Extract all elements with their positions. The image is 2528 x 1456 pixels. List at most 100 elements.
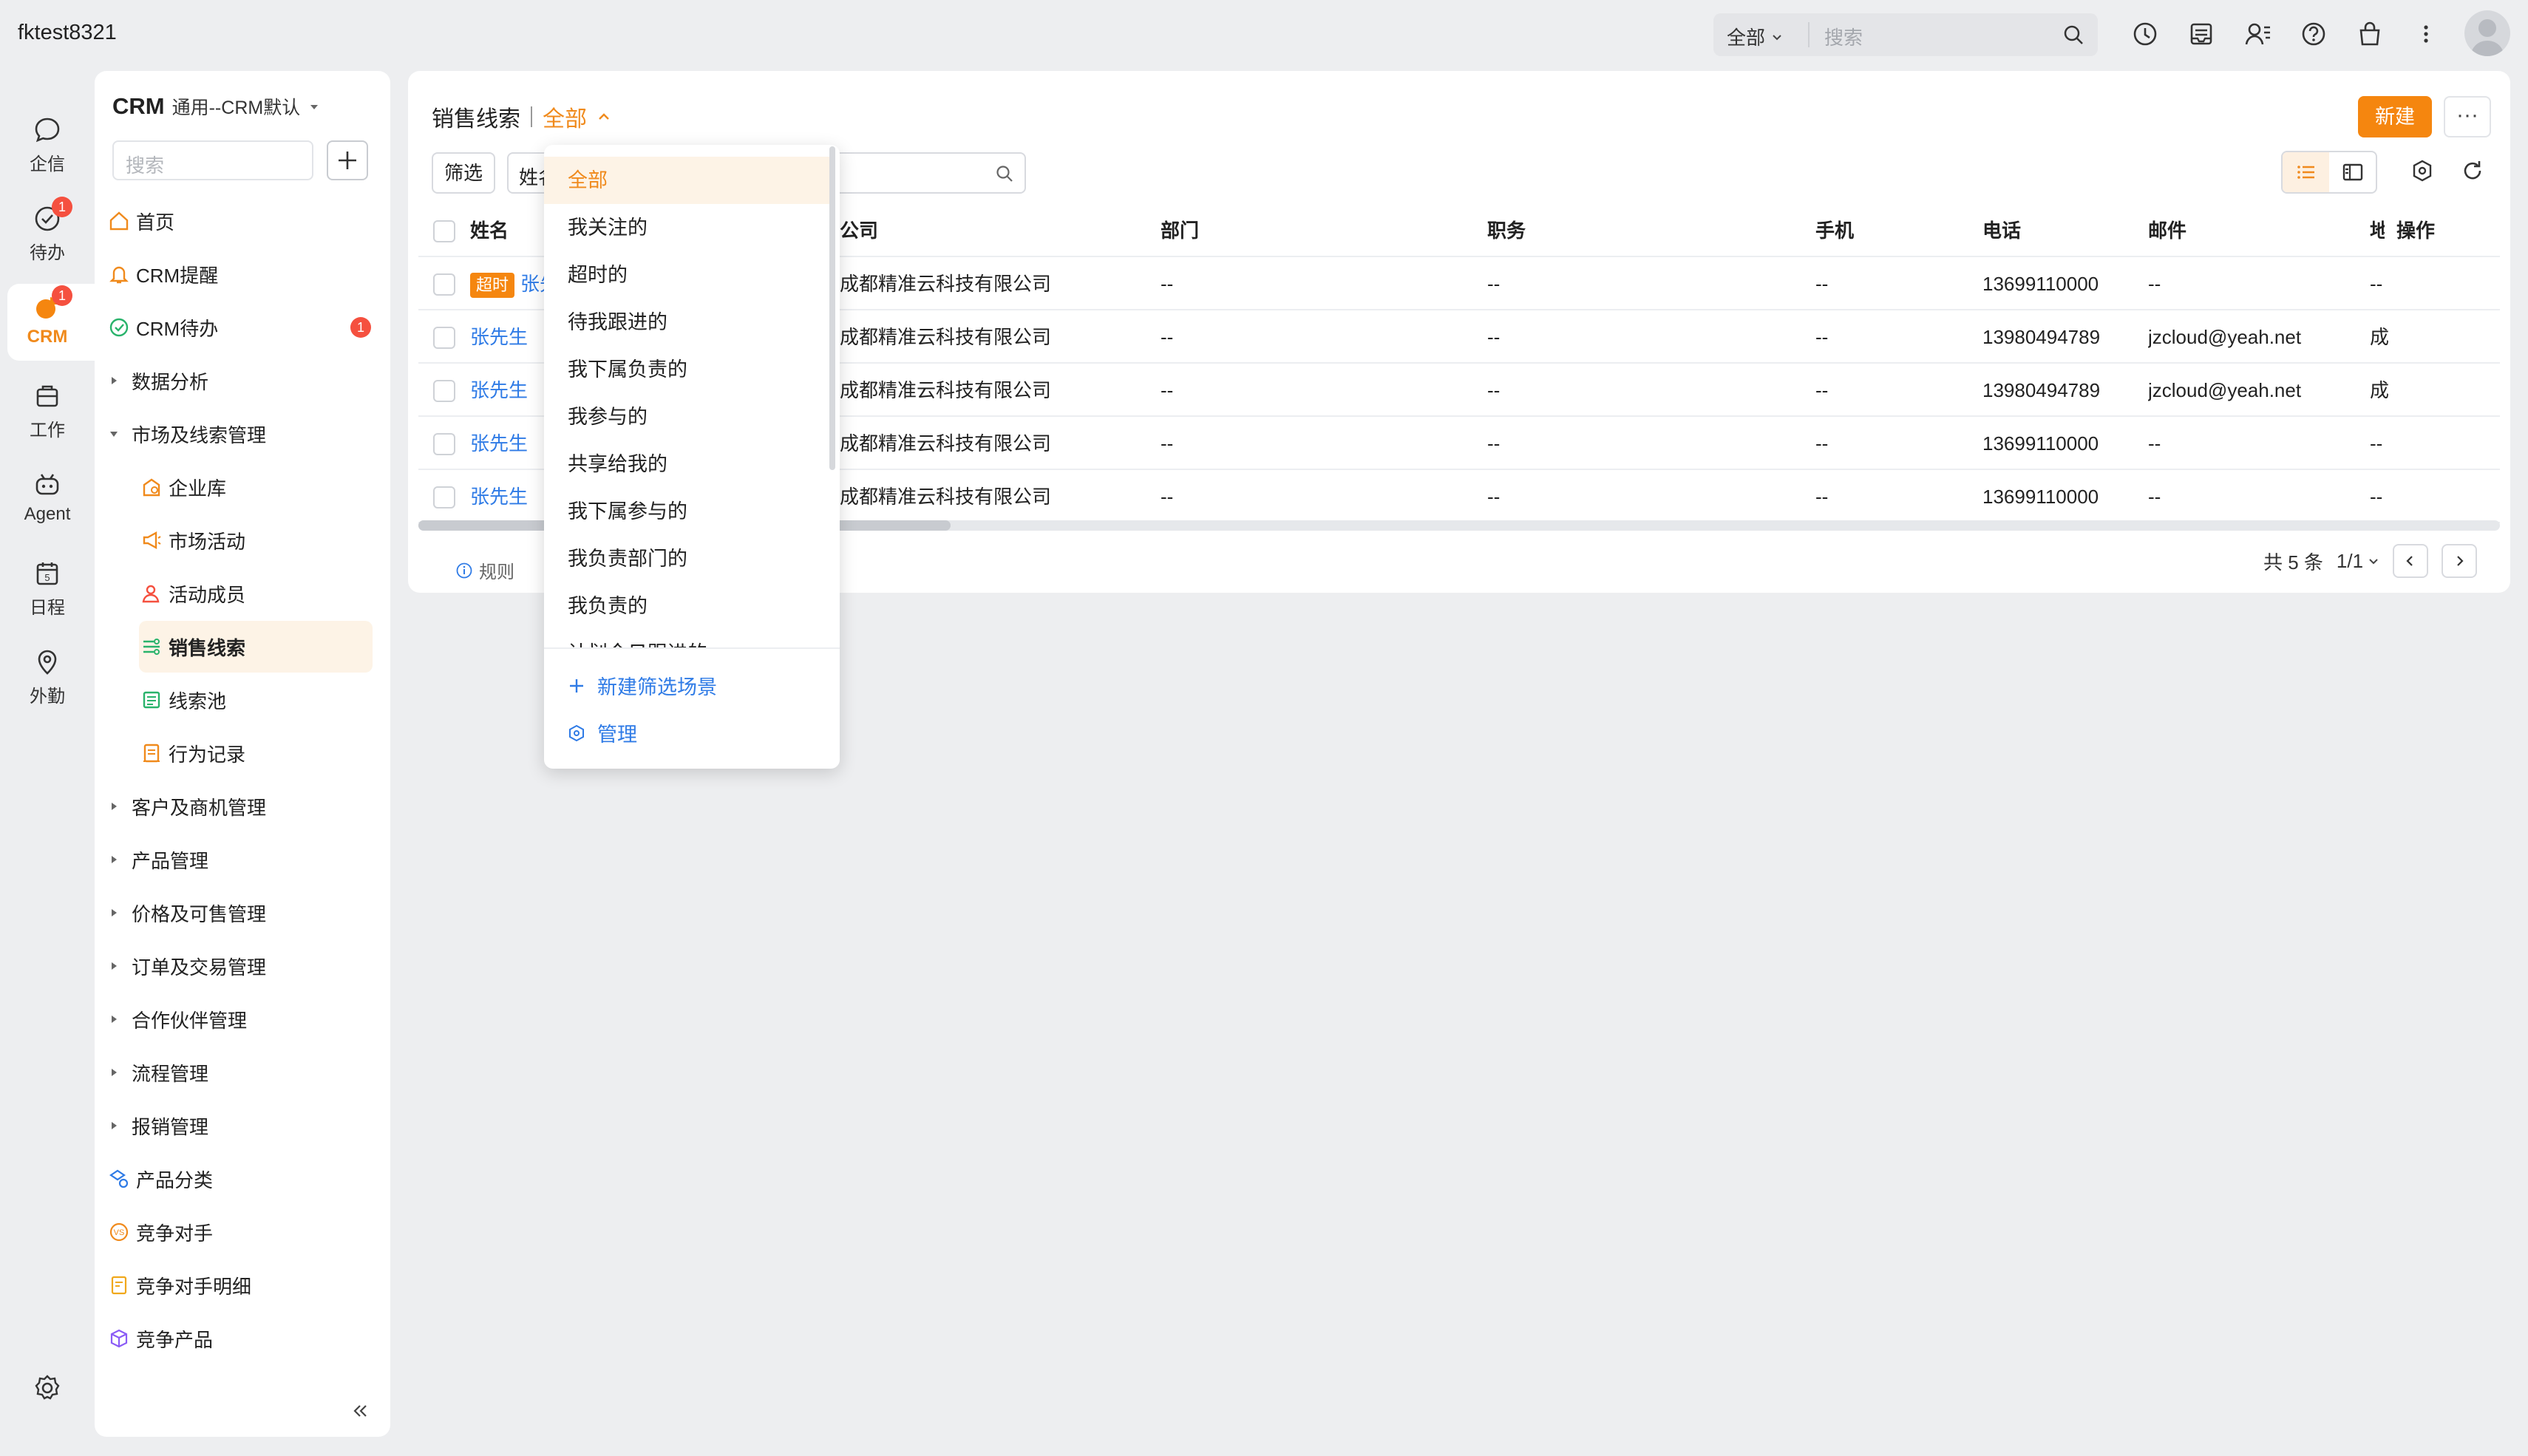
- collapse-double-left-icon[interactable]: [350, 1401, 370, 1421]
- rail-item-field[interactable]: 外勤: [0, 647, 95, 707]
- manage-scenes-button[interactable]: 管理: [568, 718, 637, 747]
- scene-option-subordinate-owned[interactable]: 我下属负责的: [544, 346, 829, 393]
- page-header: 销售线索 全部: [432, 101, 611, 133]
- column-settings-icon[interactable]: [2410, 158, 2435, 183]
- rail-item-calendar[interactable]: 5 日程: [0, 559, 95, 619]
- avatar[interactable]: [2464, 10, 2510, 56]
- settings-gear-icon[interactable]: [33, 1373, 62, 1403]
- scene-option-pending-follow[interactable]: 待我跟进的: [544, 299, 829, 346]
- search-icon[interactable]: [2062, 24, 2084, 46]
- nav-item-crm-reminder[interactable]: CRM提醒: [106, 248, 378, 300]
- nav-add-button[interactable]: [327, 140, 368, 180]
- column-header-department[interactable]: 部门: [1161, 204, 1199, 257]
- rules-link[interactable]: 规则: [455, 557, 514, 583]
- scene-option-partial[interactable]: 计划今日跟进的: [544, 630, 829, 647]
- new-button[interactable]: 新建: [2358, 96, 2432, 137]
- search-scope-select[interactable]: 全部: [1727, 23, 1783, 50]
- rail-item-crm[interactable]: CRM 1: [0, 285, 95, 347]
- lead-name-link[interactable]: 张先生: [470, 310, 528, 364]
- nav-item-competitor-products[interactable]: 竞争产品: [106, 1313, 378, 1364]
- column-header-phone[interactable]: 电话: [1982, 204, 2021, 257]
- scene-option-overdue[interactable]: 超时的: [544, 251, 829, 299]
- nav-item-product-category[interactable]: 产品分类: [106, 1153, 378, 1205]
- page-select[interactable]: 1/1: [2337, 550, 2379, 573]
- row-checkbox[interactable]: [433, 327, 455, 349]
- nav-item-home[interactable]: 首页: [106, 195, 378, 247]
- nav-item-sales-leads[interactable]: 销售线索: [139, 621, 373, 673]
- nav-label: 竞争对手明细: [136, 1275, 252, 1298]
- contacts-icon[interactable]: [2244, 21, 2272, 47]
- row-checkbox[interactable]: [433, 486, 455, 508]
- lead-name-link[interactable]: 张先生: [470, 417, 528, 470]
- list-view-button[interactable]: [2283, 152, 2329, 192]
- scene-option-participated[interactable]: 我参与的: [544, 393, 829, 440]
- search-input[interactable]: 搜索: [1824, 23, 1863, 50]
- scene-option-owned-by-me[interactable]: 我负责的: [544, 582, 829, 630]
- help-icon[interactable]: [2300, 21, 2327, 47]
- nav-item-marketing-activity[interactable]: 市场活动: [139, 514, 378, 566]
- scene-option-subordinate-participated[interactable]: 我下属参与的: [544, 488, 829, 535]
- scene-option-my-department[interactable]: 我负责部门的: [544, 535, 829, 582]
- row-checkbox[interactable]: [433, 380, 455, 402]
- row-checkbox[interactable]: [433, 433, 455, 455]
- username-label: fktest8321: [18, 21, 117, 44]
- total-count: 共 5 条: [2263, 551, 2323, 574]
- prev-page-button[interactable]: [2393, 544, 2429, 578]
- more-actions-button[interactable]: ···: [2444, 96, 2491, 137]
- nav-group-orders[interactable]: 订单及交易管理: [106, 940, 378, 992]
- todo-badge: 1: [52, 197, 72, 217]
- rail-item-work[interactable]: 工作: [0, 381, 95, 441]
- nav-item-crm-todo[interactable]: CRM待办 1: [106, 302, 378, 353]
- nav-group-partners[interactable]: 合作伙伴管理: [106, 993, 378, 1045]
- refresh-icon[interactable]: [2460, 158, 2485, 183]
- column-header-email[interactable]: 邮件: [2148, 204, 2186, 257]
- column-header-company[interactable]: 公司: [840, 204, 878, 257]
- dropdown-scrollbar[interactable]: [829, 146, 835, 470]
- inbox-icon[interactable]: [2188, 21, 2215, 47]
- table-search-input[interactable]: [834, 152, 1026, 194]
- nav-item-lead-pool[interactable]: 线索池: [139, 674, 378, 726]
- global-search[interactable]: 全部 搜索: [1713, 13, 2098, 56]
- scene-option-shared-with-me[interactable]: 共享给我的: [544, 440, 829, 488]
- scene-switcher[interactable]: 全部: [543, 101, 611, 133]
- new-scene-button[interactable]: 新建筛选场景: [568, 671, 717, 700]
- next-page-button[interactable]: [2442, 544, 2478, 578]
- nav-item-activity-members[interactable]: 活动成员: [139, 568, 378, 619]
- nav-item-company-library[interactable]: 企业库: [139, 461, 378, 513]
- search-icon[interactable]: [995, 164, 1014, 183]
- nav-item-competitor-details[interactable]: 竞争对手明细: [106, 1259, 378, 1311]
- rail-item-todo[interactable]: 待办 1: [0, 197, 95, 264]
- filter-button[interactable]: 筛选: [432, 152, 495, 194]
- nav-item-competitors[interactable]: VS 竞争对手: [106, 1206, 378, 1258]
- rail-item-qixin[interactable]: 企信: [0, 115, 95, 175]
- nav-group-products[interactable]: 产品管理: [106, 834, 378, 885]
- more-vertical-icon[interactable]: [2413, 21, 2439, 47]
- cube-icon: [106, 1326, 132, 1351]
- column-header-address[interactable]: 地: [2370, 204, 2385, 257]
- column-header-mobile[interactable]: 手机: [1815, 204, 1854, 257]
- nav-group-process[interactable]: 流程管理: [106, 1047, 378, 1098]
- store-bag-icon[interactable]: [2357, 21, 2383, 47]
- cell-department: --: [1161, 273, 1174, 295]
- split-view-button[interactable]: [2329, 152, 2376, 192]
- scene-option-followed[interactable]: 我关注的: [544, 204, 829, 251]
- lead-name-link[interactable]: 张先生: [470, 470, 528, 523]
- nav-search-input[interactable]: 搜索: [112, 140, 313, 180]
- lead-name-link[interactable]: 张先生: [470, 364, 528, 417]
- scene-option-all[interactable]: 全部: [544, 157, 829, 204]
- nav-group-reimbursement[interactable]: 报销管理: [106, 1100, 378, 1151]
- column-header-name[interactable]: 姓名: [470, 204, 509, 257]
- column-header-position[interactable]: 职务: [1487, 204, 1526, 257]
- nav-group-customers[interactable]: 客户及商机管理: [106, 780, 378, 832]
- settings-hex-icon: [569, 724, 584, 741]
- select-all-checkbox[interactable]: [433, 220, 455, 242]
- nav-group-market-leads[interactable]: 市场及线索管理: [106, 408, 378, 460]
- nav-group-data-analysis[interactable]: 数据分析: [106, 355, 378, 406]
- rail-item-agent[interactable]: Agent: [0, 470, 95, 525]
- nav-item-behavior-records[interactable]: 行为记录: [139, 727, 378, 779]
- row-checkbox[interactable]: [433, 273, 455, 296]
- history-clock-icon[interactable]: [2132, 21, 2158, 47]
- rail-label: 待办: [30, 243, 65, 263]
- app-switcher[interactable]: CRM 通用--CRM默认: [112, 93, 321, 120]
- nav-group-pricing[interactable]: 价格及可售管理: [106, 887, 378, 939]
